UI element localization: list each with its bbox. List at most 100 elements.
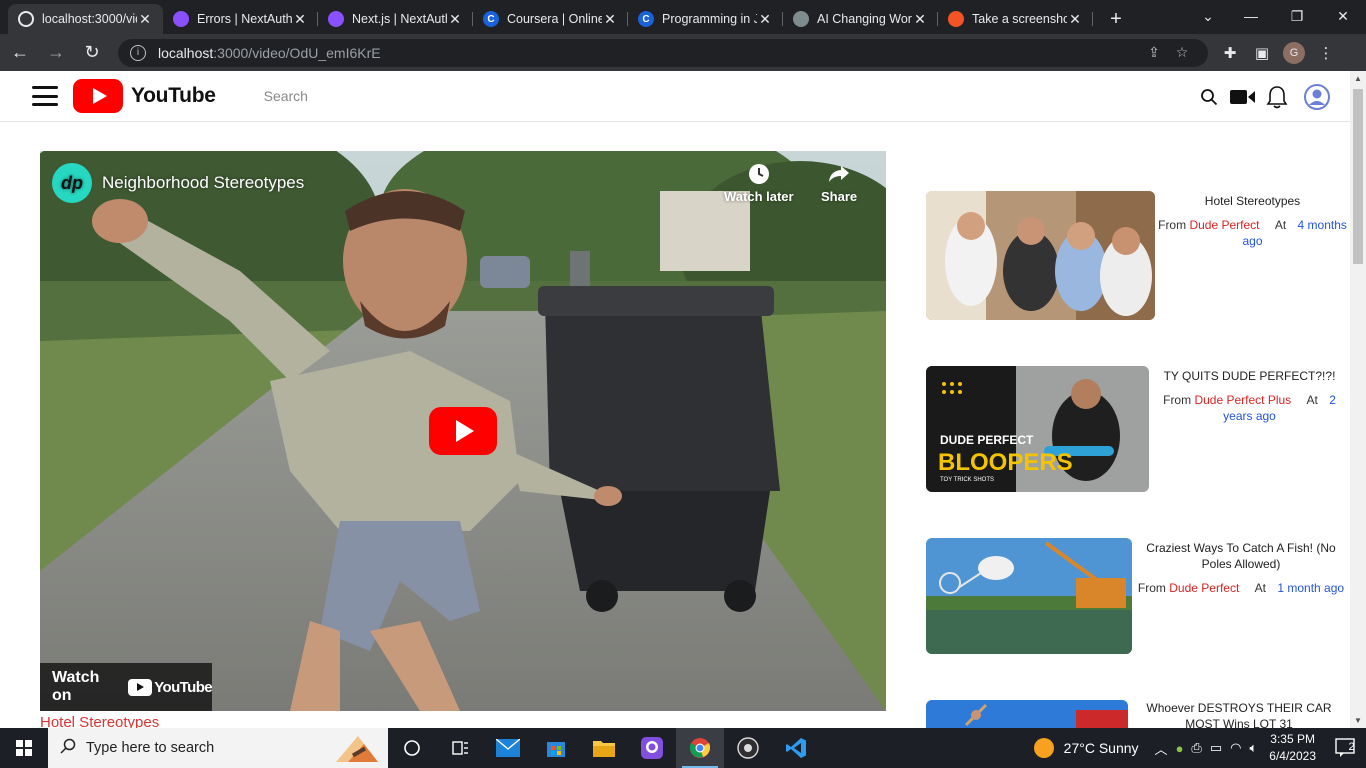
video-camera-icon[interactable] <box>1228 83 1258 111</box>
new-tab-button[interactable]: + <box>1101 4 1131 34</box>
share-button[interactable]: Share <box>821 163 857 204</box>
at-label: At <box>1254 581 1266 595</box>
browser-tab[interactable]: localhost:3000/video/OdU_emI6KrE✕ <box>8 4 163 34</box>
clock[interactable]: 3:35 PM 6/4/2023 <box>1269 731 1316 765</box>
play-button[interactable] <box>429 407 497 455</box>
tab-search-icon[interactable]: ⌄ <box>1188 0 1228 32</box>
sidebar-meta: TY QUITS DUDE PERFECT?!?! From Dude Perf… <box>1149 366 1350 424</box>
upload-time: 1 month ago <box>1277 581 1345 595</box>
close-tab-icon[interactable]: ✕ <box>1067 11 1083 28</box>
battery-icon[interactable]: ▭ <box>1210 740 1222 756</box>
sidebar-video-title[interactable]: Hotel Stereotypes <box>1155 193 1350 209</box>
tab-title: Take a screenshot <box>972 12 1067 26</box>
volume-icon[interactable]: 🔈︎ <box>1249 740 1257 756</box>
browser-tab[interactable]: Next.js | NextAuth.js✕ <box>318 4 473 34</box>
close-tab-icon[interactable]: ✕ <box>137 11 153 28</box>
close-window-button[interactable]: ✕ <box>1320 0 1366 32</box>
watch-later-label: Watch later <box>724 189 794 204</box>
chrome-menu-icon[interactable]: ⋮ <box>1310 44 1342 62</box>
youtube-mini-play-icon <box>128 678 153 696</box>
scroll-up-arrow-icon[interactable]: ▲ <box>1354 74 1362 83</box>
scroll-down-arrow-icon[interactable]: ▼ <box>1354 716 1362 725</box>
sidebar-video-4[interactable]: Whoever DESTROYS THEIR CAR MOST Wins LOT… <box>926 700 1350 728</box>
side-panel-icon[interactable]: ▣ <box>1246 44 1278 62</box>
tray-app-icon[interactable]: ● <box>1176 741 1184 756</box>
close-tab-icon[interactable]: ✕ <box>912 11 928 28</box>
sidebar-video-2[interactable]: DUDE PERFECT BLOOPERS TOY TRICK SHOTS TY… <box>926 366 1350 492</box>
browser-tab[interactable]: C Programming in Java✕ <box>628 4 783 34</box>
sidebar-video-title[interactable]: TY QUITS DUDE PERFECT?!?! <box>1149 368 1350 384</box>
sidebar-video-1[interactable]: Hotel Stereotypes From Dude Perfect At 4… <box>926 191 1350 321</box>
close-tab-icon[interactable]: ✕ <box>602 11 618 28</box>
browser-tab[interactable]: C Coursera | Online Courses✕ <box>473 4 628 34</box>
sidebar-video-title[interactable]: Craziest Ways To Catch A Fish! (No Poles… <box>1132 540 1350 572</box>
meet-now-icon[interactable]: ⎙ <box>1191 740 1201 756</box>
channel-name[interactable]: Dude Perfect Plus <box>1194 393 1291 407</box>
taskbar-search-box[interactable]: Type here to search <box>48 728 388 768</box>
extensions-icon[interactable]: ✚ <box>1214 44 1246 62</box>
account-icon[interactable] <box>1302 83 1332 111</box>
sidebar-thumbnail[interactable] <box>926 538 1132 654</box>
browser-tab[interactable]: Errors | NextAuth.js✕ <box>163 4 318 34</box>
sidebar-video-title[interactable]: Whoever DESTROYS THEIR CAR MOST Wins LOT… <box>1128 700 1350 728</box>
show-hidden-icons-chevron-icon[interactable]: ︿ <box>1155 739 1168 758</box>
vscode-icon[interactable] <box>772 728 820 768</box>
forward-button[interactable]: → <box>40 37 72 69</box>
widgets-icon[interactable] <box>436 728 484 768</box>
file-explorer-icon[interactable] <box>580 728 628 768</box>
share-label: Share <box>821 189 858 204</box>
sidebar-thumbnail[interactable] <box>926 700 1128 728</box>
toolbar-icons: ✚ ▣ G ⋮ <box>1214 41 1342 64</box>
browser-tab[interactable]: AI Changing World ✕ <box>783 4 938 34</box>
notification-center-icon[interactable]: 2 <box>1330 738 1360 758</box>
search-highlight-art-icon <box>336 736 378 762</box>
task-view-icon[interactable] <box>388 728 436 768</box>
search-input[interactable] <box>263 88 564 104</box>
chrome-icon[interactable] <box>676 728 724 768</box>
github-desktop-icon[interactable] <box>628 728 676 768</box>
microsoft-store-icon[interactable] <box>532 728 580 768</box>
share-page-icon[interactable]: ⇪ <box>1140 44 1168 61</box>
bookmark-star-icon[interactable]: ☆ <box>1168 44 1196 61</box>
start-button[interactable] <box>0 728 48 768</box>
channel-logo[interactable]: dp <box>52 163 92 203</box>
address-bar[interactable]: i localhost:3000/video/OdU_emI6KrE ⇪ ☆ <box>118 38 1208 67</box>
sidebar-video-info: From Dude Perfect At 1 month ago <box>1132 580 1350 596</box>
bell-icon[interactable] <box>1262 83 1292 111</box>
window-controls: ⌄ — ❐ ✕ <box>1188 0 1366 32</box>
restore-button[interactable]: ❐ <box>1274 0 1320 32</box>
sun-icon <box>1033 738 1054 758</box>
weather-widget[interactable]: 27°C Sunny <box>1033 738 1139 758</box>
sidebar-thumbnail[interactable]: DUDE PERFECT BLOOPERS TOY TRICK SHOTS <box>926 366 1149 492</box>
profile-avatar[interactable]: G <box>1283 41 1305 64</box>
below-video-title[interactable]: Hotel Stereotypes <box>40 714 159 728</box>
mail-icon[interactable] <box>484 728 532 768</box>
close-tab-icon[interactable]: ✕ <box>447 11 463 28</box>
page-scrollbar[interactable]: ▲ ▼ <box>1350 71 1366 728</box>
close-tab-icon[interactable]: ✕ <box>292 11 308 28</box>
video-title-text[interactable]: Neighborhood Stereotypes <box>102 173 304 193</box>
channel-name[interactable]: Dude Perfect <box>1169 581 1239 595</box>
sidebar-thumbnail[interactable] <box>926 191 1155 320</box>
channel-name[interactable]: Dude Perfect <box>1189 218 1259 232</box>
watch-later-button[interactable]: Watch later <box>724 163 794 204</box>
scrollbar-thumb[interactable] <box>1353 89 1363 264</box>
video-title-overlay[interactable]: dp Neighborhood Stereotypes <box>52 163 304 203</box>
tab-list: localhost:3000/video/OdU_emI6KrE✕Errors … <box>8 0 1093 34</box>
close-tab-icon[interactable]: ✕ <box>757 11 773 28</box>
reload-button[interactable]: ↻ <box>76 37 108 69</box>
wifi-icon[interactable]: ◠ <box>1230 740 1241 756</box>
search-icon[interactable] <box>1194 83 1224 111</box>
share-arrow-icon <box>827 163 851 189</box>
browser-tab[interactable]: Take a screenshot ✕ <box>938 4 1093 34</box>
youtube-logo[interactable]: YouTube <box>73 79 216 113</box>
minimize-button[interactable]: — <box>1228 0 1274 32</box>
back-button[interactable]: ← <box>4 37 36 69</box>
site-info-icon[interactable]: i <box>130 44 146 61</box>
video-player[interactable]: dp Neighborhood Stereotypes Watch later … <box>40 151 886 711</box>
sidebar-video-3[interactable]: Craziest Ways To Catch A Fish! (No Poles… <box>926 538 1350 654</box>
menu-icon[interactable] <box>32 86 58 106</box>
url-text[interactable]: localhost:3000/video/OdU_emI6KrE <box>158 45 1140 61</box>
obs-studio-icon[interactable] <box>724 728 772 768</box>
watch-on-youtube-button[interactable]: Watch on YouTube <box>40 663 213 711</box>
